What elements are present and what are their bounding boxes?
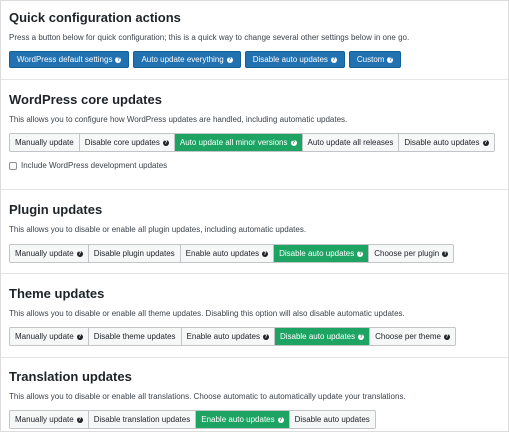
- option-label: Choose per plugin: [374, 249, 440, 258]
- section-divider: [1, 273, 508, 274]
- core-auto-update-minor-option[interactable]: Auto update all minor versions ?: [174, 134, 303, 151]
- theme-updates-title: Theme updates: [9, 286, 105, 301]
- settings-panel: Quick configuration actions Press a butt…: [0, 0, 509, 432]
- option-label: Disable theme updates: [93, 332, 176, 341]
- plugin-disable-updates-option[interactable]: Disable plugin updates: [88, 245, 181, 262]
- button-label: Custom: [356, 55, 385, 64]
- help-icon[interactable]: ?: [226, 56, 233, 63]
- theme-disable-auto-updates-option[interactable]: Disable auto updates ?: [274, 328, 371, 345]
- help-icon[interactable]: ?: [115, 56, 122, 63]
- button-label: Disable auto updates: [252, 55, 328, 64]
- option-label: Disable auto updates: [279, 332, 356, 341]
- option-label: Disable auto updates: [279, 249, 355, 258]
- dev-updates-checkbox-row: Include WordPress development updates: [9, 161, 167, 170]
- help-icon[interactable]: ?: [162, 139, 169, 146]
- core-manually-update-option[interactable]: Manually update: [10, 134, 80, 151]
- button-label: Auto update everything: [141, 55, 224, 64]
- option-label: Manually update: [15, 249, 74, 258]
- dev-updates-checkbox-label[interactable]: Include WordPress development updates: [21, 161, 167, 170]
- theme-choose-per-theme-option[interactable]: Choose per theme ?: [370, 328, 455, 345]
- dev-updates-checkbox[interactable]: [9, 161, 17, 170]
- option-label: Manually update: [15, 415, 74, 424]
- option-label: Disable auto updates: [294, 415, 370, 424]
- help-icon[interactable]: ?: [442, 250, 449, 257]
- plugin-choose-per-plugin-option[interactable]: Choose per plugin ?: [369, 245, 454, 262]
- translation-disable-auto-updates-option[interactable]: Disable auto updates: [289, 411, 375, 428]
- wordpress-default-settings-button[interactable]: WordPress default settings ?: [9, 51, 130, 68]
- translation-enable-auto-updates-option[interactable]: Enable auto updates ?: [196, 411, 290, 428]
- core-disable-core-updates-option[interactable]: Disable core updates ?: [79, 134, 175, 151]
- quick-config-title: Quick configuration actions: [9, 10, 181, 25]
- quick-config-description: Press a button below for quick configura…: [9, 33, 410, 42]
- option-label: Auto update all minor versions: [179, 138, 288, 147]
- option-label: Auto update all releases: [307, 138, 394, 147]
- help-icon[interactable]: ?: [443, 333, 450, 340]
- section-divider: [1, 357, 508, 358]
- help-icon[interactable]: ?: [290, 139, 297, 146]
- option-label: Manually update: [15, 332, 74, 341]
- help-icon[interactable]: ?: [357, 250, 364, 257]
- button-label: WordPress default settings: [17, 55, 113, 64]
- core-updates-description: This allows you to configure how WordPre…: [9, 115, 348, 124]
- translation-disable-updates-option[interactable]: Disable translation updates: [88, 411, 197, 428]
- plugin-updates-description: This allows you to disable or enable all…: [9, 225, 307, 234]
- theme-enable-auto-updates-option[interactable]: Enable auto updates ?: [181, 328, 275, 345]
- core-updates-title: WordPress core updates: [9, 92, 162, 107]
- option-label: Enable auto updates: [185, 249, 260, 258]
- translation-updates-options: Manually update ? Disable translation up…: [9, 410, 376, 429]
- section-divider: [1, 79, 508, 80]
- option-label: Disable plugin updates: [93, 249, 175, 258]
- option-label: Choose per theme: [375, 332, 441, 341]
- help-icon[interactable]: ?: [76, 333, 83, 340]
- translation-updates-description: This allows you to disable or enable all…: [9, 392, 406, 401]
- option-label: Disable auto updates: [404, 138, 480, 147]
- help-icon[interactable]: ?: [76, 416, 83, 423]
- help-icon[interactable]: ?: [76, 250, 83, 257]
- option-label: Manually update: [15, 138, 74, 147]
- option-label: Disable translation updates: [93, 415, 191, 424]
- core-disable-auto-updates-option[interactable]: Disable auto updates ?: [399, 134, 494, 151]
- disable-auto-updates-button[interactable]: Disable auto updates ?: [244, 51, 345, 68]
- help-icon[interactable]: ?: [277, 416, 284, 423]
- custom-button[interactable]: Custom ?: [348, 51, 402, 68]
- auto-update-everything-button[interactable]: Auto update everything ?: [133, 51, 241, 68]
- help-icon[interactable]: ?: [482, 139, 489, 146]
- option-label: Disable core updates: [84, 138, 160, 147]
- plugin-updates-title: Plugin updates: [9, 202, 103, 217]
- theme-manually-update-option[interactable]: Manually update ?: [10, 328, 89, 345]
- help-icon[interactable]: ?: [262, 333, 269, 340]
- help-icon[interactable]: ?: [262, 250, 269, 257]
- section-divider: [1, 189, 508, 190]
- plugin-updates-options: Manually update ? Disable plugin updates…: [9, 244, 455, 263]
- help-icon[interactable]: ?: [330, 56, 337, 63]
- plugin-disable-auto-updates-option[interactable]: Disable auto updates ?: [274, 245, 370, 262]
- theme-updates-description: This allows you to disable or enable all…: [9, 309, 405, 318]
- theme-disable-updates-option[interactable]: Disable theme updates: [88, 328, 182, 345]
- help-icon[interactable]: ?: [387, 56, 394, 63]
- plugin-enable-auto-updates-option[interactable]: Enable auto updates ?: [180, 245, 275, 262]
- theme-updates-options: Manually update ? Disable theme updates …: [9, 327, 456, 346]
- option-label: Enable auto updates: [186, 332, 260, 341]
- plugin-manually-update-option[interactable]: Manually update ?: [10, 245, 89, 262]
- translation-manually-update-option[interactable]: Manually update ?: [10, 411, 89, 428]
- help-icon[interactable]: ?: [358, 333, 365, 340]
- translation-updates-title: Translation updates: [9, 369, 132, 384]
- core-updates-options: Manually update Disable core updates ? A…: [9, 133, 495, 152]
- core-auto-update-all-releases-option[interactable]: Auto update all releases: [302, 134, 400, 151]
- option-label: Enable auto updates: [201, 415, 275, 424]
- quick-config-buttons: WordPress default settings ? Auto update…: [9, 51, 405, 68]
